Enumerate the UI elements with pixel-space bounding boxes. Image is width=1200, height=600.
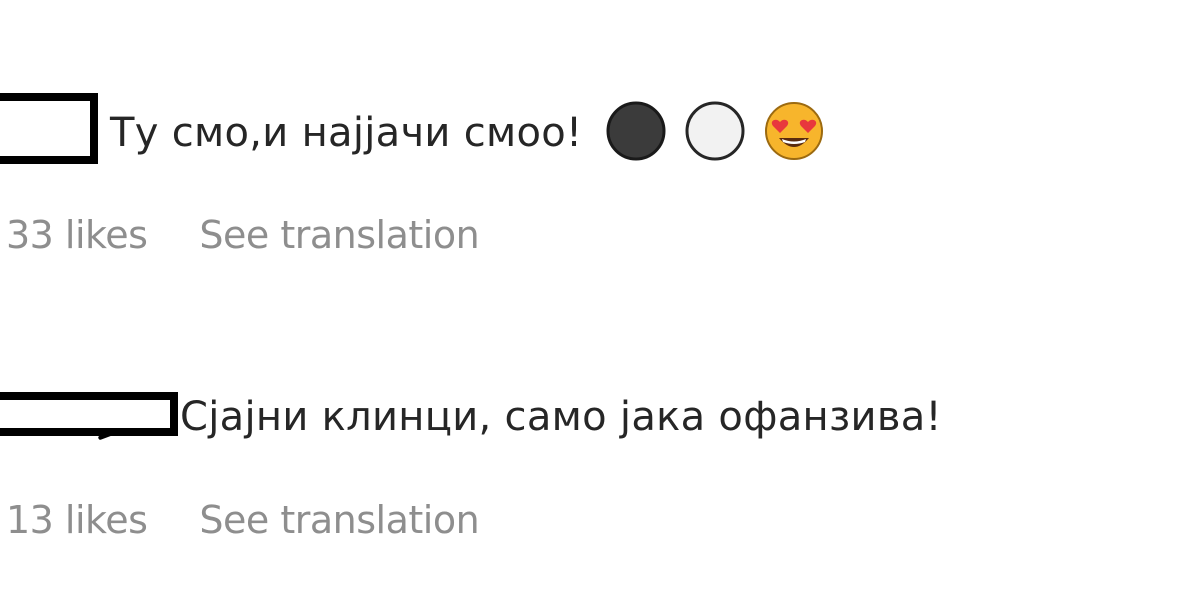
black-circle-icon — [606, 101, 666, 161]
redacted-username — [0, 93, 98, 164]
white-circle-icon — [685, 101, 745, 161]
comment-item: Сјајни клинци, само јака офанзива! 13 li… — [0, 300, 1200, 600]
see-translation-link[interactable]: See translation — [199, 212, 479, 258]
comment-text: Сјајни клинци, само јака офанзива! — [180, 394, 942, 440]
likes-count[interactable]: 33 likes — [6, 212, 148, 258]
redacted-username — [0, 392, 178, 436]
comment-text: Ту смо,и најјачи смоо! — [110, 110, 583, 156]
comment-text-row: Сјајни клинци, само јака офанзива! — [180, 392, 942, 442]
comment-item: Ту смо,и најјачи смоо! 33 likes See trans… — [0, 0, 1200, 300]
heart-eyes-face-icon — [765, 102, 824, 160]
comment-text-row: Ту смо,и најјачи смоо! — [110, 101, 829, 166]
see-translation-link[interactable]: See translation — [199, 497, 479, 543]
comment-meta: 33 likes See translation — [6, 212, 480, 258]
likes-count[interactable]: 13 likes — [6, 497, 148, 543]
comment-meta: 13 likes See translation — [6, 497, 480, 543]
comment-emojis — [605, 100, 829, 162]
